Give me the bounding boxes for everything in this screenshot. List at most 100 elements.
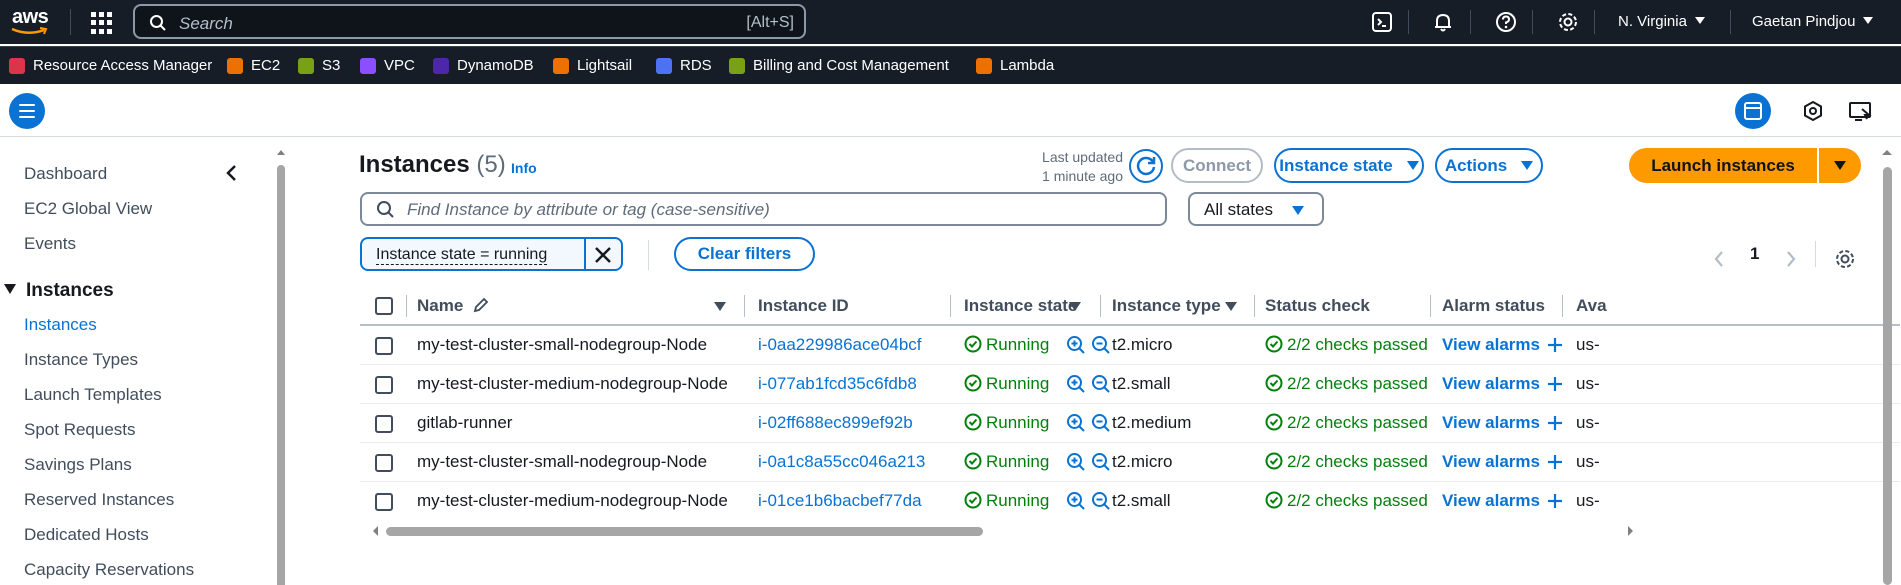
notifications-panel-button[interactable] [1795, 93, 1831, 129]
sidebar-section-instances[interactable]: Instances [4, 280, 114, 302]
table-row[interactable]: my-test-cluster-medium-nodegroup-Node i-… [360, 365, 1900, 404]
sort-caret-icon[interactable] [714, 302, 726, 311]
help-icon[interactable] [1495, 11, 1517, 33]
launch-instances-dropdown[interactable] [1819, 148, 1861, 183]
zoom-out-icon[interactable] [1091, 413, 1111, 433]
favorite-ec2[interactable]: EC2 [227, 57, 280, 74]
close-icon[interactable] [592, 244, 614, 266]
sidebar-item-instances[interactable]: Instances [24, 315, 97, 335]
table-row[interactable]: my-test-cluster-medium-nodegroup-Node i-… [360, 482, 1900, 521]
aws-logo[interactable]: aws [10, 6, 52, 38]
row-checkbox[interactable] [375, 415, 393, 433]
zoom-in-icon[interactable] [1066, 452, 1086, 472]
view-alarms-link[interactable]: View alarms [1442, 491, 1540, 511]
sidebar-item-dedicated-hosts[interactable]: Dedicated Hosts [24, 525, 149, 545]
chevron-left-icon[interactable] [225, 164, 239, 182]
filter-token-label[interactable]: Instance state = running [376, 246, 548, 265]
column-header-instance-id[interactable]: Instance ID [758, 296, 849, 316]
favorite-billing[interactable]: Billing and Cost Management [729, 57, 949, 74]
view-alarms-link[interactable]: View alarms [1442, 452, 1540, 472]
column-header-status-check[interactable]: Status check [1265, 296, 1370, 316]
connect-button[interactable]: Connect [1171, 148, 1263, 183]
scrollbar-thumb[interactable] [277, 165, 285, 585]
actions-button[interactable]: Actions [1435, 148, 1543, 183]
select-all-checkbox[interactable] [375, 297, 393, 315]
zoom-out-icon[interactable] [1091, 335, 1111, 355]
instance-id-link[interactable]: i-02ff688ec899ef92b [758, 413, 913, 433]
global-search[interactable]: Search [Alt+S] [133, 4, 806, 39]
add-icon[interactable] [1547, 337, 1563, 353]
clear-filters-button[interactable]: Clear filters [674, 237, 815, 271]
instance-id-link[interactable]: i-01ce1b6bacbef77da [758, 491, 922, 511]
settings-gear-icon[interactable] [1557, 11, 1579, 33]
settings-gear-icon[interactable] [1834, 248, 1856, 270]
table-row[interactable]: my-test-cluster-small-nodegroup-Node i-0… [360, 326, 1900, 365]
sidebar-item-launch-templates[interactable]: Launch Templates [24, 385, 162, 405]
row-checkbox[interactable] [375, 376, 393, 394]
filter-token[interactable]: Instance state = running [360, 237, 623, 271]
favorite-resource-access-manager[interactable]: Resource Access Manager [9, 57, 212, 74]
sidebar-item-spot-requests[interactable]: Spot Requests [24, 420, 136, 440]
sidebar-item-events[interactable]: Events [24, 234, 76, 254]
scroll-left-arrow-icon[interactable] [370, 523, 380, 539]
side-nav-toggle-button[interactable] [9, 93, 45, 129]
notifications-bell-icon[interactable] [1432, 11, 1454, 33]
column-header-alarm-status[interactable]: Alarm status [1442, 296, 1545, 316]
favorite-s3[interactable]: S3 [298, 57, 340, 74]
chevron-left-icon[interactable] [1713, 250, 1725, 268]
row-checkbox[interactable] [375, 454, 393, 472]
table-row[interactable]: my-test-cluster-small-nodegroup-Node i-0… [360, 443, 1900, 482]
add-icon[interactable] [1547, 454, 1563, 470]
services-grid-icon[interactable] [91, 12, 113, 34]
sidebar-scrollbar[interactable] [275, 137, 287, 585]
zoom-in-icon[interactable] [1066, 491, 1086, 511]
add-icon[interactable] [1547, 415, 1563, 431]
instance-id-link[interactable]: i-077ab1fcd35c6fdb8 [758, 374, 917, 394]
sort-caret-icon[interactable] [1069, 302, 1081, 311]
add-icon[interactable] [1547, 376, 1563, 392]
instance-id-link[interactable]: i-0a1c8a55cc046a213 [758, 452, 925, 472]
favorite-lightsail[interactable]: Lightsail [553, 57, 632, 74]
sidebar-item-capacity-reservations[interactable]: Capacity Reservations [24, 560, 194, 580]
favorite-dynamodb[interactable]: DynamoDB [433, 57, 534, 74]
column-header-name[interactable]: Name [417, 296, 490, 316]
scrollbar-thumb[interactable] [386, 527, 983, 536]
column-header-instance-state[interactable]: Instance state [964, 296, 1077, 316]
cloudshell-icon[interactable] [1371, 11, 1393, 33]
view-alarms-link[interactable]: View alarms [1442, 374, 1540, 394]
sidebar-item-instance-types[interactable]: Instance Types [24, 350, 138, 370]
states-select[interactable]: All states [1188, 192, 1324, 226]
instance-id-link[interactable]: i-0aa229986ace04bcf [758, 335, 922, 355]
sidebar-item-savings-plans[interactable]: Savings Plans [24, 455, 132, 475]
scrollbar-thumb[interactable] [1883, 167, 1892, 585]
column-header-instance-type[interactable]: Instance type [1112, 296, 1221, 316]
add-icon[interactable] [1547, 493, 1563, 509]
scroll-right-arrow-icon[interactable] [1626, 523, 1636, 539]
info-link[interactable]: Info [511, 160, 537, 176]
region-selector[interactable]: N. Virginia [1618, 13, 1705, 30]
main-scrollbar[interactable] [1880, 137, 1894, 585]
zoom-in-icon[interactable] [1066, 413, 1086, 433]
sidebar-item-dashboard[interactable]: Dashboard [24, 164, 107, 184]
column-header-availability-zone[interactable]: Ava [1576, 296, 1607, 316]
zoom-in-icon[interactable] [1066, 335, 1086, 355]
tutorial-panel-button[interactable] [1842, 93, 1878, 129]
row-checkbox[interactable] [375, 337, 393, 355]
chevron-right-icon[interactable] [1785, 250, 1797, 268]
zoom-in-icon[interactable] [1066, 374, 1086, 394]
instance-state-button[interactable]: Instance state [1274, 148, 1424, 183]
favorite-lambda[interactable]: Lambda [976, 57, 1054, 74]
launch-instances-button[interactable]: Launch instances [1629, 148, 1817, 183]
table-row[interactable]: gitlab-runner i-02ff688ec899ef92b Runnin… [360, 404, 1900, 443]
user-menu[interactable]: Gaetan Pindjou [1752, 13, 1874, 30]
zoom-out-icon[interactable] [1091, 491, 1111, 511]
zoom-out-icon[interactable] [1091, 452, 1111, 472]
row-checkbox[interactable] [375, 493, 393, 511]
sidebar-item-reserved-instances[interactable]: Reserved Instances [24, 490, 174, 510]
panel-layout-button[interactable] [1735, 93, 1771, 129]
view-alarms-link[interactable]: View alarms [1442, 335, 1540, 355]
page-number[interactable]: 1 [1750, 244, 1759, 264]
view-alarms-link[interactable]: View alarms [1442, 413, 1540, 433]
refresh-button[interactable] [1129, 149, 1163, 183]
zoom-out-icon[interactable] [1091, 374, 1111, 394]
